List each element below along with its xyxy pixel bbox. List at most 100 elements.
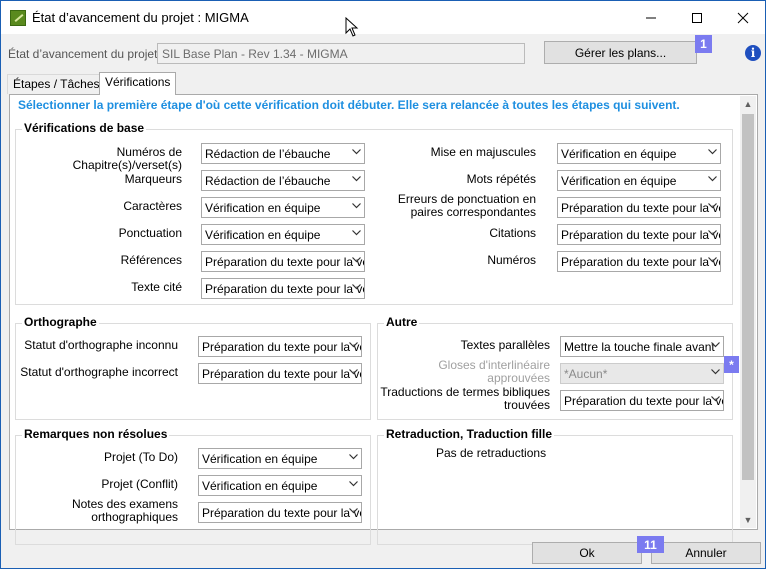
field-label: Marqueurs — [124, 172, 182, 186]
ok-button[interactable]: Ok — [532, 542, 642, 564]
dropdown-value: Préparation du texte pour la vé — [202, 340, 362, 354]
field-label: Citations — [489, 226, 536, 240]
stage-dropdown[interactable]: Préparation du texte pour la vé — [557, 251, 721, 272]
chevron-down-icon — [708, 228, 717, 236]
dropdown-value: Préparation du texte pour la vé — [561, 228, 721, 242]
dropdown-value: Préparation du texte pour la vé — [205, 255, 365, 269]
dropdown-value: Préparation du texte pour la vé — [205, 282, 365, 296]
basic-checks-group: Vérifications de base Numéros de Chapitr… — [15, 121, 733, 305]
field-label: Références — [120, 253, 182, 267]
stage-dropdown[interactable]: Préparation du texte pour la vé — [560, 390, 724, 411]
chevron-down-icon — [352, 282, 361, 290]
info-icon[interactable]: i — [745, 45, 761, 61]
chevron-down-icon — [711, 367, 720, 375]
field-label: Gloses d'interlinéaire approuvées — [438, 358, 550, 385]
dropdown-value: Vérification en équipe — [202, 452, 318, 466]
stage-dropdown[interactable]: Mettre la touche finale avant — [560, 336, 724, 357]
chevron-down-icon — [352, 228, 361, 236]
chevron-down-icon — [352, 255, 361, 263]
field-label: Traductions de termes bibliques trouvées — [380, 385, 550, 412]
maximize-button[interactable] — [674, 1, 720, 34]
manage-plans-button[interactable]: Gérer les plans... — [544, 41, 697, 64]
group-title: Autre — [384, 315, 420, 329]
chevron-down-icon — [349, 452, 358, 460]
field-label: Ponctuation — [118, 226, 182, 240]
chevron-down-icon — [349, 367, 358, 375]
chevron-down-icon — [349, 479, 358, 487]
group-title: Orthographe — [22, 315, 99, 329]
scrollbar-thumb[interactable] — [742, 114, 754, 480]
stage-dropdown[interactable]: Préparation du texte pour la vé — [201, 278, 365, 299]
spelling-group: Orthographe Statut d'orthographe inconnu… — [15, 315, 371, 420]
dropdown-value: Rédaction de l’ébauche — [205, 174, 331, 188]
field-label: Texte cité — [131, 280, 182, 294]
chevron-down-icon — [352, 201, 361, 209]
group-title: Retraduction, Traduction fille — [384, 427, 555, 441]
field-label: Numéros de Chapitre(s)/verset(s) — [72, 145, 182, 172]
chevron-down-icon — [352, 147, 361, 155]
window-title: État d’avancement du projet : MIGMA — [32, 10, 249, 25]
dropdown-value: Vérification en équipe — [561, 147, 677, 161]
hotkey-badge: 11 — [637, 536, 664, 553]
field-label: Numéros — [487, 253, 536, 267]
project-plan-field: SIL Base Plan - Rev 1.34 - MIGMA — [157, 43, 525, 64]
chevron-down-icon — [349, 340, 358, 348]
tab-stages-tasks[interactable]: Étapes / Tâches — [7, 74, 106, 94]
title-bar[interactable]: État d’avancement du projet : MIGMA — [1, 1, 765, 37]
minimize-icon — [646, 17, 656, 18]
stage-dropdown[interactable]: Vérification en équipe — [201, 197, 365, 218]
scroll-up-icon[interactable]: ▲ — [740, 96, 756, 112]
stage-dropdown[interactable]: Vérification en équipe — [557, 143, 721, 164]
stage-dropdown[interactable]: Préparation du texte pour la vé — [557, 197, 721, 218]
dropdown-value: Vérification en équipe — [205, 201, 321, 215]
chevron-down-icon — [352, 174, 361, 182]
dropdown-value: Vérification en équipe — [205, 228, 321, 242]
app-icon — [10, 10, 26, 26]
stage-dropdown[interactable]: Vérification en équipe — [198, 448, 362, 469]
minimize-button[interactable] — [628, 1, 674, 34]
close-button[interactable] — [720, 1, 765, 34]
tab-checks[interactable]: Vérifications — [99, 72, 177, 95]
chevron-down-icon — [708, 174, 717, 182]
field-label: Mise en majuscules — [430, 145, 536, 159]
chevron-down-icon — [708, 201, 717, 209]
stage-dropdown[interactable]: Préparation du texte pour la vé — [198, 336, 362, 357]
chevron-down-icon — [711, 340, 720, 348]
cancel-button[interactable]: Annuler — [651, 542, 761, 564]
scroll-down-icon[interactable]: ▼ — [740, 512, 756, 528]
checks-panel: Sélectionner la première étape d'où cett… — [9, 94, 758, 545]
field-label: Notes des examens orthographiques — [71, 497, 178, 524]
dropdown-value: Préparation du texte pour la vé — [202, 506, 362, 520]
field-label: Projet (To Do) — [103, 450, 178, 464]
hotkey-badge: 1 — [695, 35, 712, 53]
dropdown-value: Vérification en équipe — [202, 479, 318, 493]
field-label: Mots répétés — [466, 172, 536, 186]
project-label: État d’avancement du projet : — [8, 47, 165, 61]
unresolved-notes-group: Remarques non résolues Projet (To Do) Vér… — [15, 427, 371, 545]
close-icon — [737, 12, 749, 23]
dropdown-value: Préparation du texte pour la vé — [202, 367, 362, 381]
field-label: Textes parallèles — [460, 338, 550, 352]
stage-dropdown[interactable]: Préparation du texte pour la vé — [198, 502, 362, 523]
stage-dropdown[interactable]: Rédaction de l’ébauche — [201, 170, 365, 191]
stage-dropdown[interactable]: Préparation du texte pour la vé — [198, 363, 362, 384]
stage-dropdown[interactable]: Rédaction de l’ébauche — [201, 143, 365, 164]
vertical-scrollbar[interactable]: ▲ ▼ — [740, 96, 756, 528]
dropdown-value: Préparation du texte pour la vé — [564, 394, 724, 408]
mouse-cursor-icon — [345, 17, 359, 37]
stage-dropdown[interactable]: Préparation du texte pour la vé — [201, 251, 365, 272]
group-title: Remarques non résolues — [22, 427, 170, 441]
other-group: Autre Textes parallèles Mettre la touche … — [377, 315, 739, 420]
chevron-down-icon — [708, 147, 717, 155]
field-label: Projet (Conflit) — [101, 477, 178, 491]
stage-dropdown[interactable]: Vérification en équipe — [198, 475, 362, 496]
no-back-translations-text: Pas de retraductions — [436, 446, 547, 460]
stage-dropdown: *Aucun* — [560, 363, 724, 384]
stage-dropdown[interactable]: Vérification en équipe — [557, 170, 721, 191]
stage-dropdown[interactable]: Préparation du texte pour la vé — [557, 224, 721, 245]
maximize-icon — [692, 12, 702, 23]
hotkey-badge: * — [724, 356, 739, 373]
stage-dropdown[interactable]: Vérification en équipe — [201, 224, 365, 245]
group-title: Vérifications de base — [22, 121, 147, 135]
field-label: Erreurs de ponctuation en paires corresp… — [397, 192, 536, 219]
